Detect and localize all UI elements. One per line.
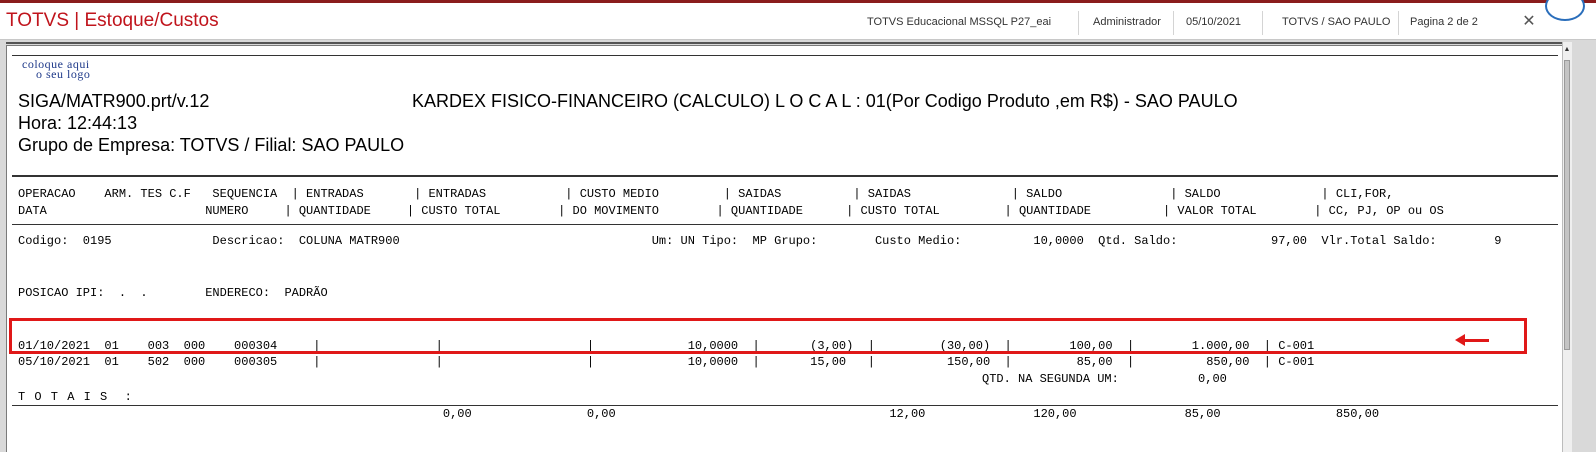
table-row: 05/10/2021 01 502 000 000305 | | | 10,00…: [18, 355, 1315, 369]
help-icon[interactable]: [1545, 0, 1585, 21]
totals-row: 0,00 0,00 12,00 120,00 85,00 850,00: [18, 407, 1380, 421]
environment-label: TOTVS Educacional MSSQL P27_eai: [867, 16, 1052, 28]
columns-bottom-rule: [12, 224, 1558, 225]
columns-top-rule: [12, 175, 1558, 177]
report-title: KARDEX FISICO-FINANCEIRO (CALCULO) L O C…: [412, 91, 1238, 111]
page-indicator: Pagina 2 de 2: [1410, 16, 1478, 28]
app-header-bar: TOTVS | Estoque/Custos TOTVS Educacional…: [0, 0, 1596, 40]
date-label: 05/10/2021: [1186, 16, 1242, 28]
branch-label: TOTVS / SAO PAULO: [1282, 16, 1391, 28]
ipi-address-line: POSICAO IPI: . . ENDERECO: PADRÃO: [18, 286, 328, 300]
company-group: Grupo de Empresa: TOTVS / Filial: SAO PA…: [18, 135, 405, 155]
company-logo-placeholder: coloque aqui o seu logo: [22, 58, 90, 80]
user-label: Administrador: [1093, 16, 1161, 28]
app-title: TOTVS | Estoque/Custos: [6, 10, 219, 31]
scroll-up-icon[interactable]: ▲: [1563, 45, 1571, 55]
totals-label: T O T A I S :: [18, 390, 133, 404]
program-id: SIGA/MATR900.prt/v.12: [18, 91, 210, 111]
status-divider: [1173, 11, 1174, 35]
close-button[interactable]: ✕: [1518, 11, 1540, 33]
totals-rule: [12, 405, 1558, 406]
annotation-arrow-icon: [1455, 334, 1489, 346]
highlighted-row-box: [9, 318, 1527, 354]
status-divider: [1078, 11, 1079, 35]
viewer-top-border: [6, 42, 1562, 44]
column-header-row-2: DATA NUMERO | QUANTIDADE | CUSTO TOTAL |…: [18, 204, 1444, 218]
status-divider: [1398, 11, 1399, 35]
second-unit-quantity: QTD. NA SEGUNDA UM: 0,00: [982, 372, 1227, 386]
report-top-rule: [12, 55, 1558, 56]
column-header-row-1: OPERACAO ARM. TES C.F SEQUENCIA | ENTRAD…: [18, 187, 1394, 201]
scrollbar-thumb[interactable]: [1564, 60, 1570, 350]
status-divider: [1262, 11, 1263, 35]
report-time: Hora: 12:44:13: [18, 113, 138, 133]
product-line: Codigo: 0195 Descricao: COLUNA MATR900 U…: [18, 234, 1502, 248]
